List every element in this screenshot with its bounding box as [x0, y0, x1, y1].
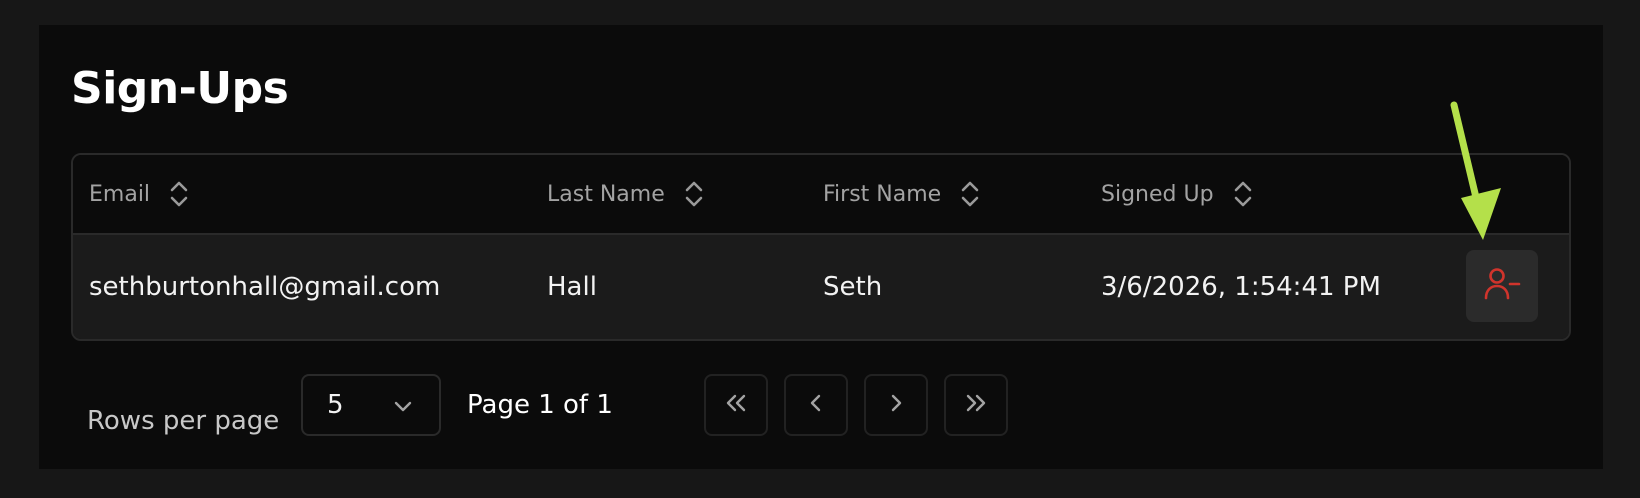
- cell-first-name: Seth: [823, 272, 883, 302]
- next-page-icon: [884, 391, 908, 419]
- column-header-label: Email: [89, 181, 151, 207]
- cell-email: sethburtonhall@gmail.com: [89, 272, 441, 302]
- signups-table: Email Last Name First Name Signed Up set…: [71, 153, 1571, 341]
- sort-icon[interactable]: [1232, 178, 1254, 210]
- rows-per-page-value: 5: [327, 390, 344, 420]
- table-header: Email Last Name First Name Signed Up: [73, 155, 1569, 235]
- sort-icon[interactable]: [168, 178, 190, 210]
- rows-per-page-select[interactable]: 5: [301, 374, 441, 436]
- column-header-email[interactable]: Email: [89, 155, 190, 233]
- last-page-icon: [962, 391, 990, 419]
- sort-icon[interactable]: [683, 178, 705, 210]
- column-header-label: Signed Up: [1101, 181, 1214, 207]
- user-minus-icon: [1482, 264, 1522, 308]
- rows-per-page-label: Rows per page: [87, 406, 280, 436]
- signups-card: Sign-Ups Email Last Name First Name Sign…: [39, 25, 1603, 469]
- annotation-arrow-icon: [1439, 100, 1519, 254]
- column-header-last-name[interactable]: Last Name: [547, 155, 705, 233]
- cell-last-name: Hall: [547, 272, 597, 302]
- previous-page-button[interactable]: [784, 374, 848, 436]
- column-header-first-name[interactable]: First Name: [823, 155, 981, 233]
- remove-signup-button[interactable]: [1466, 250, 1538, 322]
- next-page-button[interactable]: [864, 374, 928, 436]
- first-page-icon: [722, 391, 750, 419]
- first-page-button[interactable]: [704, 374, 768, 436]
- last-page-button[interactable]: [944, 374, 1008, 436]
- previous-page-icon: [804, 391, 828, 419]
- sort-icon[interactable]: [959, 178, 981, 210]
- page-indicator: Page 1 of 1: [467, 390, 613, 420]
- cell-signed-up: 3/6/2026, 1:54:41 PM: [1101, 272, 1381, 302]
- chevron-down-icon: [393, 390, 413, 420]
- page-title: Sign-Ups: [71, 63, 289, 114]
- table-row: sethburtonhall@gmail.com Hall Seth 3/6/2…: [73, 235, 1569, 339]
- column-header-label: First Name: [823, 181, 942, 207]
- column-header-signed-up[interactable]: Signed Up: [1101, 155, 1254, 233]
- column-header-label: Last Name: [547, 181, 665, 207]
